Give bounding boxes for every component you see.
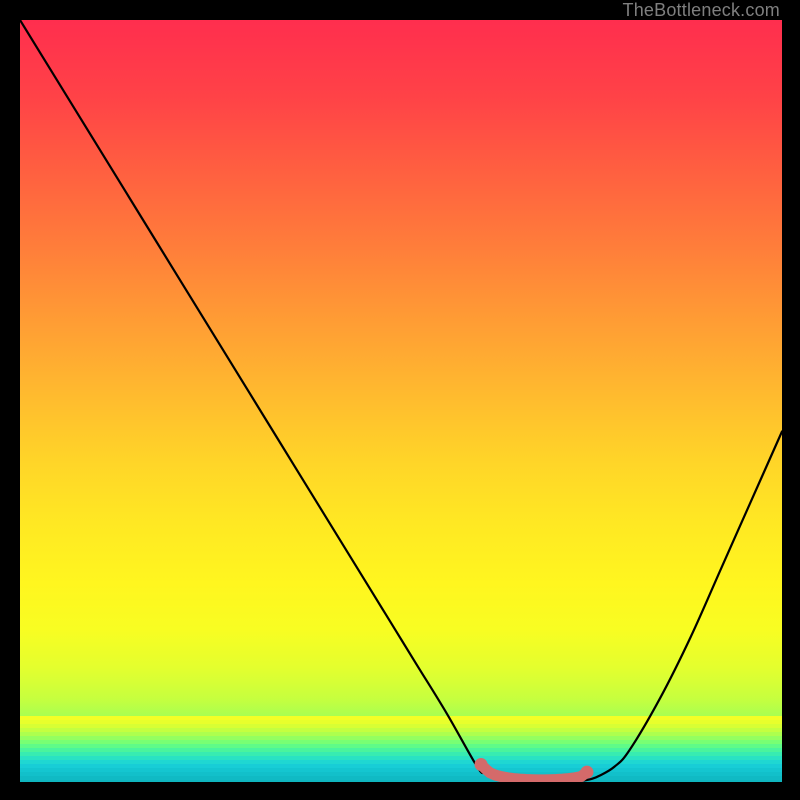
chart-svg: [20, 20, 782, 782]
chart-background: [20, 20, 782, 782]
chart-frame: [20, 20, 782, 782]
watermark-text: TheBottleneck.com: [623, 0, 780, 21]
marker-dot: [475, 758, 488, 771]
marker-dot: [580, 766, 593, 779]
bottom-color-bands: [20, 716, 782, 782]
